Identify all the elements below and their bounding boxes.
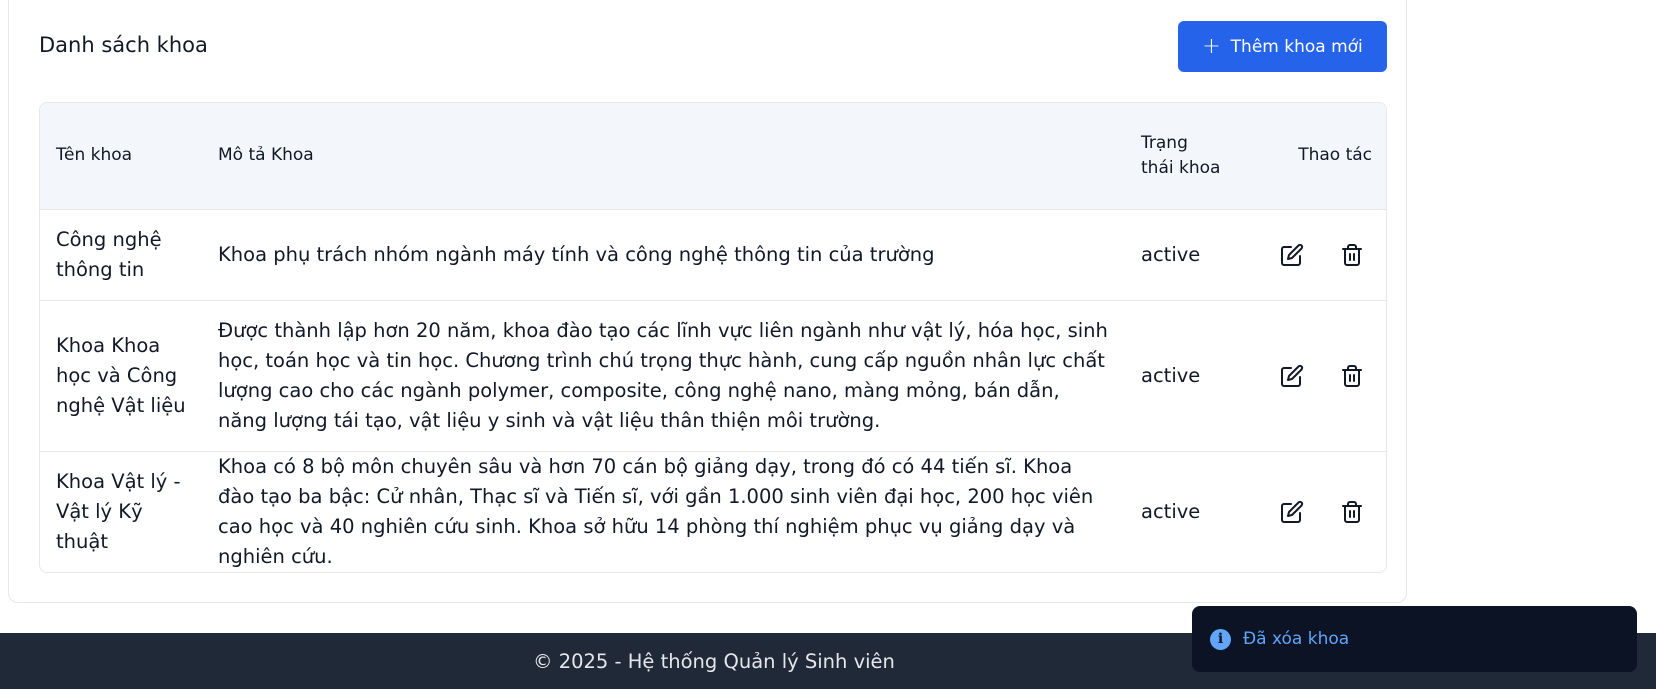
table-header-row: Tên khoa Mô tả Khoa Trạng thái khoa Thao… <box>40 103 1386 209</box>
trash-icon[interactable] <box>1340 500 1364 524</box>
table-row: Khoa Vật lý - Vật lý Kỹ thuật Khoa có 8 … <box>40 450 1386 572</box>
row-actions <box>1252 208 1386 300</box>
footer-copyright: © 2025 - Hệ thống Quản lý Sinh viên <box>533 650 895 673</box>
header-name: Tên khoa <box>56 145 133 166</box>
faculty-table: Tên khoa Mô tả Khoa Trạng thái khoa Thao… <box>39 102 1387 573</box>
row-actions <box>1252 450 1386 572</box>
row-actions <box>1252 299 1386 451</box>
trash-icon[interactable] <box>1340 364 1364 388</box>
table-row: Công nghệ thông tin Khoa phụ trách nhóm … <box>40 208 1386 300</box>
page: Danh sách khoa + Thêm khoa mới Tên khoa … <box>0 0 1656 689</box>
add-faculty-button[interactable]: + Thêm khoa mới <box>1178 21 1387 72</box>
header-status: Trạng thái khoa <box>1141 132 1221 178</box>
faculty-name: Khoa Khoa học và Công nghệ Vật liệu <box>40 299 202 451</box>
header-actions: Thao tác <box>1298 145 1372 166</box>
add-faculty-button-label: Thêm khoa mới <box>1230 36 1363 57</box>
faculty-status: active <box>1125 208 1252 300</box>
faculty-status: active <box>1125 450 1252 572</box>
faculty-description: Khoa có 8 bộ môn chuyên sâu và hơn 70 cá… <box>202 450 1125 572</box>
edit-icon[interactable] <box>1280 243 1304 267</box>
faculty-description: Được thành lập hơn 20 năm, khoa đào tạo … <box>202 299 1125 451</box>
toast-message: Đã xóa khoa <box>1243 629 1350 649</box>
edit-icon[interactable] <box>1280 500 1304 524</box>
trash-icon[interactable] <box>1340 243 1364 267</box>
table-row: Khoa Khoa học và Công nghệ Vật liệu Được… <box>40 299 1386 451</box>
card-title: Danh sách khoa <box>39 33 208 57</box>
edit-icon[interactable] <box>1280 364 1304 388</box>
plus-icon: + <box>1202 33 1221 59</box>
faculty-name: Khoa Vật lý - Vật lý Kỹ thuật <box>40 450 202 572</box>
faculty-name: Công nghệ thông tin <box>40 208 202 300</box>
faculty-list-card: Danh sách khoa + Thêm khoa mới Tên khoa … <box>8 0 1407 603</box>
toast-notification[interactable]: i Đã xóa khoa <box>1192 606 1637 672</box>
info-icon: i <box>1210 628 1231 650</box>
header-description: Mô tả Khoa <box>218 145 314 166</box>
faculty-description: Khoa phụ trách nhóm ngành máy tính và cô… <box>202 208 1125 300</box>
faculty-status: active <box>1125 299 1252 451</box>
